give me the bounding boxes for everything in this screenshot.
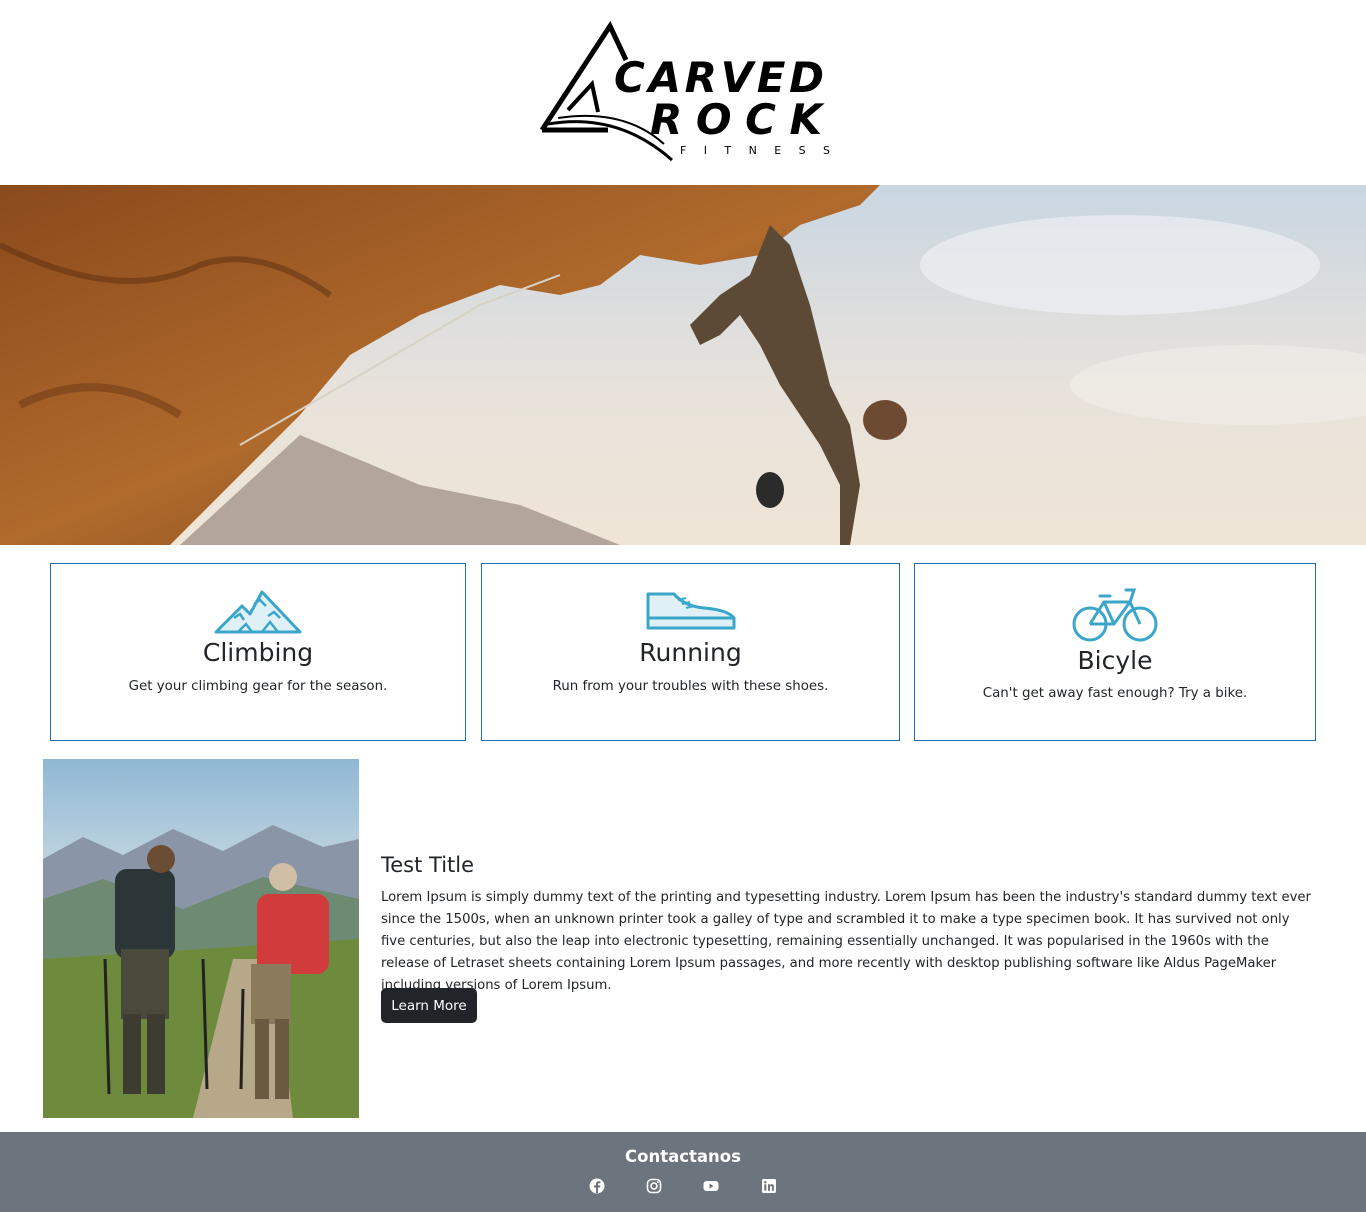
- carved-rock-logo[interactable]: CARVED ROCK F I T N E S S: [538, 20, 834, 168]
- bicycle-icon: [1072, 588, 1158, 642]
- facebook-icon[interactable]: [589, 1178, 605, 1194]
- card-bicycle[interactable]: Bicyle Can't get away fast enough? Try a…: [914, 563, 1316, 741]
- linkedin-icon[interactable]: [761, 1178, 777, 1194]
- site-header: CARVED ROCK F I T N E S S: [0, 0, 1366, 185]
- card-description: Can't get away fast enough? Try a bike.: [982, 686, 1248, 701]
- sneaker-icon: [646, 592, 735, 630]
- rock-climber-hero: [0, 185, 1366, 545]
- card-running[interactable]: Running Run from your troubles with thes…: [481, 563, 900, 741]
- instagram-icon[interactable]: [646, 1178, 662, 1194]
- footer-title: Contactanos: [625, 1147, 741, 1166]
- card-description: Run from your troubles with these shoes.: [552, 679, 829, 694]
- card-climbing[interactable]: Climbing Get your climbing gear for the …: [50, 563, 466, 741]
- mountains-icon: [214, 590, 302, 634]
- hero-banner: [0, 185, 1366, 545]
- card-title: Bicyle: [1077, 646, 1153, 675]
- site-footer: Contactanos: [0, 1132, 1366, 1212]
- card-title: Running: [639, 638, 742, 667]
- learn-more-button[interactable]: Learn More: [381, 988, 477, 1023]
- hikers-photo: [43, 759, 359, 1118]
- feature-text: Lorem Ipsum is simply dummy text of the …: [381, 890, 1311, 993]
- logo-line-2: ROCK: [650, 95, 825, 144]
- card-title: Climbing: [202, 638, 314, 667]
- feature-title: Test Title: [381, 853, 475, 877]
- card-description: Get your climbing gear for the season.: [128, 679, 388, 694]
- logo-line-3: F I T N E S S: [680, 144, 830, 157]
- youtube-icon[interactable]: [703, 1178, 719, 1194]
